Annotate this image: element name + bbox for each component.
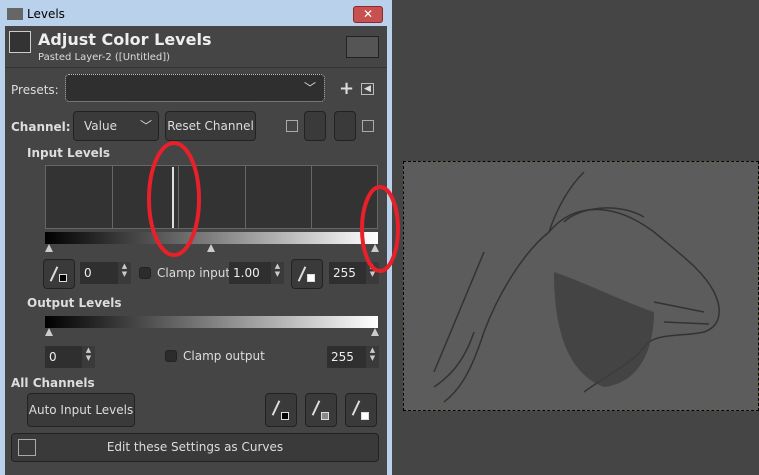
annotation-circle-white-point	[360, 185, 400, 273]
annotation-circle-histogram	[147, 141, 201, 257]
annotation-overlay	[147, 141, 400, 273]
